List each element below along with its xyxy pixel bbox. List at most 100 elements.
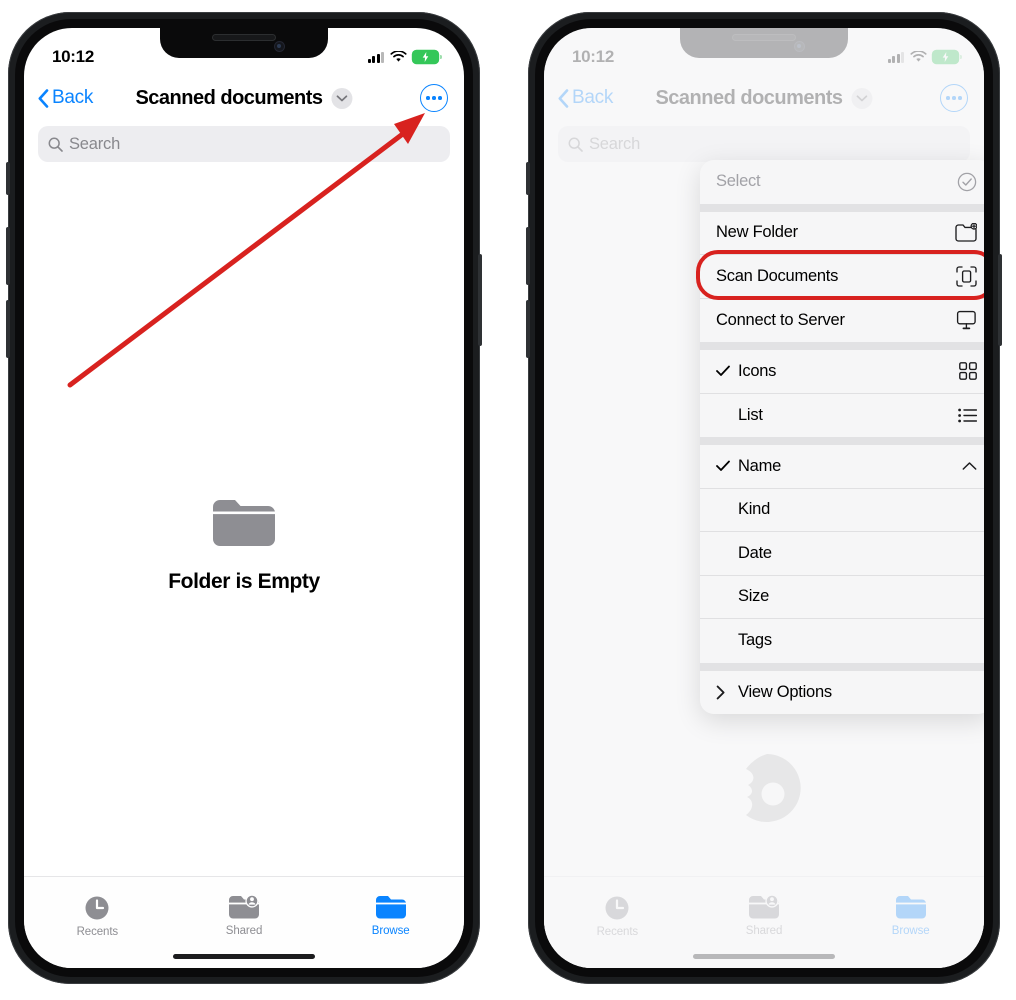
menu-item-label: Select [716, 172, 761, 191]
shared-folder-icon [229, 895, 259, 919]
menu-item-sort-tags[interactable]: Tags [700, 619, 984, 663]
wifi-icon [910, 51, 927, 62]
menu-group-file-actions: New Folder Scan Documents Connect to Ser… [700, 211, 984, 343]
nav-bar-left: Back Scanned documents [24, 74, 464, 122]
menu-item-label: Connect to Server [716, 310, 845, 329]
screenshot-canvas: 10:12 Back Scanned documents Search Fold… [0, 0, 1016, 1000]
mute-switch[interactable] [526, 162, 530, 195]
menu-item-scan-documents[interactable]: Scan Documents [700, 255, 984, 299]
menu-item-sort-name[interactable]: Name [700, 445, 984, 489]
mute-switch[interactable] [6, 162, 10, 195]
status-icons [887, 50, 962, 64]
tab-bar-left: Recents Shared Browse [24, 876, 464, 968]
home-indicator[interactable] [693, 954, 835, 959]
status-time: 10:12 [572, 47, 614, 66]
power-button[interactable] [478, 254, 482, 346]
menu-group-sort-by: Name Kind Date Size Tags [700, 445, 984, 663]
back-label: Back [572, 87, 614, 108]
phone-right: 10:12 Back Scanned documents Search Sele… [526, 12, 1002, 984]
screen-right: 10:12 Back Scanned documents Search Sele… [544, 28, 984, 968]
page-title: Scanned documents [655, 86, 843, 109]
menu-item-view-options[interactable]: View Options [700, 671, 984, 715]
page-title: Scanned documents [135, 86, 323, 109]
ellipsis-circle-icon[interactable] [940, 84, 968, 112]
checkmark-circle-icon [954, 172, 977, 192]
search-icon [48, 137, 63, 152]
tab-shared[interactable]: Shared [171, 895, 318, 937]
menu-group-view-options: View Options [700, 670, 984, 715]
volume-up-button[interactable] [526, 227, 530, 285]
status-icons [367, 50, 442, 64]
chevron-left-icon [558, 88, 569, 108]
back-button[interactable]: Back [38, 87, 93, 109]
menu-item-label: New Folder [716, 223, 798, 242]
nav-title-group: Scanned documents [655, 86, 873, 110]
search-placeholder: Search [589, 134, 641, 153]
menu-item-sort-kind[interactable]: Kind [700, 489, 984, 532]
site-watermark-logo [746, 754, 801, 822]
tab-recents[interactable]: Recents [544, 895, 691, 938]
folder-icon [375, 896, 406, 919]
menu-item-label: View Options [738, 682, 832, 701]
notch-left [160, 28, 328, 58]
menu-separator [700, 662, 984, 671]
volume-down-button[interactable] [6, 300, 10, 358]
tab-label: Browse [891, 925, 930, 937]
volume-down-button[interactable] [526, 300, 530, 358]
tab-label: Recents [596, 926, 639, 938]
phone-left: 10:12 Back Scanned documents Search Fold… [6, 12, 482, 984]
menu-separator [700, 342, 984, 350]
menu-item-sort-date[interactable]: Date [700, 532, 984, 576]
tab-browse[interactable]: Browse [317, 895, 464, 937]
cellular-signal-icon [367, 51, 384, 63]
nav-title-group: Scanned documents [135, 86, 353, 110]
folder-plus-icon [954, 223, 977, 242]
wifi-icon [390, 51, 407, 62]
power-button[interactable] [998, 254, 1002, 346]
grid-icon [954, 362, 977, 381]
search-icon [568, 137, 583, 152]
chevron-up-icon [954, 461, 977, 471]
battery-charging-icon [413, 50, 442, 64]
status-time: 10:12 [52, 47, 94, 66]
menu-item-connect-to-server[interactable]: Connect to Server [700, 299, 984, 343]
chevron-left-icon [38, 88, 49, 108]
tab-browse[interactable]: Browse [837, 895, 984, 937]
search-input[interactable]: Search [38, 126, 450, 162]
front-camera-icon [795, 42, 804, 51]
phone-bezel-left: 10:12 Back Scanned documents Search Fold… [15, 19, 473, 977]
menu-item-label: List [738, 405, 763, 424]
tab-recents[interactable]: Recents [24, 895, 171, 938]
home-indicator[interactable] [173, 954, 315, 959]
tab-label: Shared [225, 925, 263, 937]
chevron-down-icon[interactable] [851, 87, 873, 109]
menu-item-list[interactable]: List [700, 394, 984, 438]
tab-label: Recents [76, 926, 119, 938]
menu-item-new-folder[interactable]: New Folder [700, 212, 984, 255]
menu-separator [700, 437, 984, 445]
menu-item-icons[interactable]: Icons [700, 350, 984, 394]
phone-bezel-right: 10:12 Back Scanned documents Search Sele… [535, 19, 993, 977]
folder-icon [895, 896, 926, 919]
context-menu[interactable]: Select New Folder Scan Documents Connect… [700, 160, 984, 714]
menu-separator [700, 203, 984, 212]
chevron-down-icon[interactable] [331, 87, 353, 109]
clock-icon [85, 896, 109, 920]
menu-item-sort-size[interactable]: Size [700, 576, 984, 619]
menu-item-select[interactable]: Select [700, 160, 984, 204]
tab-shared[interactable]: Shared [691, 895, 838, 937]
display-icon [954, 310, 977, 330]
back-button[interactable]: Back [558, 87, 613, 109]
folder-icon [213, 500, 275, 546]
back-label: Back [52, 87, 94, 108]
tab-label: Browse [371, 925, 410, 937]
tab-label: Shared [745, 925, 783, 937]
notch-right [680, 28, 848, 58]
ellipsis-circle-icon[interactable] [420, 84, 448, 112]
search-input[interactable]: Search [558, 126, 970, 162]
empty-state: Folder is Empty [24, 498, 464, 594]
volume-up-button[interactable] [6, 227, 10, 285]
menu-group-actions-primary: Select [700, 160, 984, 204]
cellular-signal-icon [887, 51, 904, 63]
earpiece-speaker-icon [733, 35, 795, 40]
